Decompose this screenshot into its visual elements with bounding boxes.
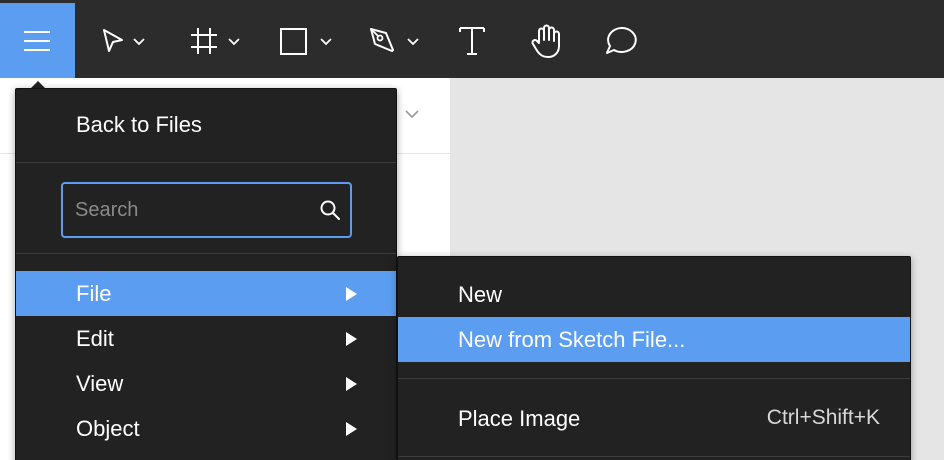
file-submenu: New New from Sketch File... Place Image … [397,256,911,460]
back-to-files-label: Back to Files [76,112,202,137]
shape-tool-button[interactable] [279,3,333,78]
submenu-arrow-icon [346,422,357,436]
menu-item-label: View [76,370,124,396]
submenu-item-label: Place Image [458,405,581,431]
submenu-divider [398,456,910,457]
submenu-arrow-icon [346,332,357,346]
submenu-item-new[interactable]: New [398,272,910,317]
main-menu: Back to Files File Edit View Object [15,88,397,460]
pen-tool-button[interactable] [368,3,420,78]
search-field[interactable] [61,182,352,238]
submenu-item-label: New from Sketch File... [458,326,686,352]
shortcut-label: Ctrl+Shift+K [766,406,880,429]
submenu-item-place-image[interactable]: Place Image Ctrl+Shift+K [398,396,910,441]
menu-item-edit[interactable]: Edit [16,316,396,361]
submenu-divider [398,378,910,379]
chevron-down-icon [228,37,240,45]
menu-item-label: File [76,280,112,306]
main-menu-button[interactable] [0,3,75,78]
submenu-arrow-icon [346,287,357,301]
chevron-down-icon [407,37,419,45]
menu-item-label: Object [76,415,140,441]
menu-item-object[interactable]: Object [16,406,396,451]
menu-divider [16,162,396,163]
comment-tool-icon [606,26,637,54]
pen-tool-icon [370,27,394,52]
shape-tool-icon [280,27,307,55]
frame-tool-button[interactable] [189,3,241,78]
chevron-down-icon [133,37,145,45]
submenu-item-label: New [458,281,503,307]
back-to-files-item[interactable]: Back to Files [16,103,396,147]
chevron-down-icon[interactable] [404,108,420,120]
menu-icon [23,30,50,51]
submenu-arrow-icon [346,377,357,391]
hand-tool-button[interactable] [530,3,564,78]
search-icon [320,200,340,220]
move-tool-icon [103,28,123,52]
menu-item-view[interactable]: View [16,361,396,406]
text-tool-icon [459,26,485,55]
submenu-item-new-from-sketch[interactable]: New from Sketch File... [398,317,910,362]
frame-tool-icon [191,27,217,54]
menu-divider [16,253,396,254]
chevron-down-icon [320,37,332,45]
move-tool-button[interactable] [100,3,146,78]
menu-item-label: Edit [76,325,114,351]
search-input[interactable] [75,196,305,224]
comment-tool-button[interactable] [604,3,638,78]
text-tool-button[interactable] [457,3,487,78]
menu-item-file[interactable]: File [16,271,396,316]
toolbar [0,0,944,78]
hand-tool-icon [531,24,560,58]
